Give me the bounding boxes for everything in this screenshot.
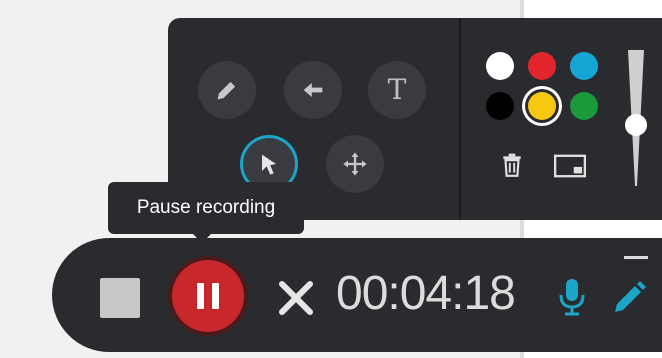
move-tool-button[interactable] [326,135,384,193]
stroke-width-slider[interactable] [624,48,648,188]
pause-tooltip: Pause recording [108,182,304,234]
delete-button[interactable] [498,150,526,180]
text-tool-button[interactable]: T [368,61,426,119]
pencil-icon [217,81,236,100]
microphone-button[interactable] [552,276,592,318]
cursor-icon [262,154,276,175]
stop-button[interactable] [100,278,140,318]
microphone-icon [559,279,585,316]
pen-tool-button[interactable] [198,61,256,119]
color-swatch-yellow[interactable] [528,92,556,120]
arrow-left-icon [303,83,323,97]
recorder-bar: 00:04:18 [52,238,662,352]
arrow-tool-button[interactable] [284,61,342,119]
pause-icon [197,283,204,309]
move-icon [343,152,367,176]
tooltip-arrow [192,233,212,243]
minimize-button[interactable] [624,256,648,259]
pencil-icon [615,281,646,312]
color-swatch-black[interactable] [486,92,514,120]
color-swatch-white[interactable] [486,52,514,80]
text-icon: T [387,73,407,106]
panel-divider [459,18,461,220]
cancel-button[interactable] [276,278,316,318]
annotate-button[interactable] [608,276,648,318]
color-swatch-blue[interactable] [570,52,598,80]
screen-button[interactable] [552,152,588,180]
color-swatch-green[interactable] [570,92,598,120]
close-icon [279,281,313,315]
trash-icon [503,153,521,177]
screen-icon [553,154,587,178]
color-swatch-red[interactable] [528,52,556,80]
pause-button[interactable] [172,260,244,332]
slider-handle[interactable] [625,114,647,136]
recording-timer: 00:04:18 [336,267,516,320]
